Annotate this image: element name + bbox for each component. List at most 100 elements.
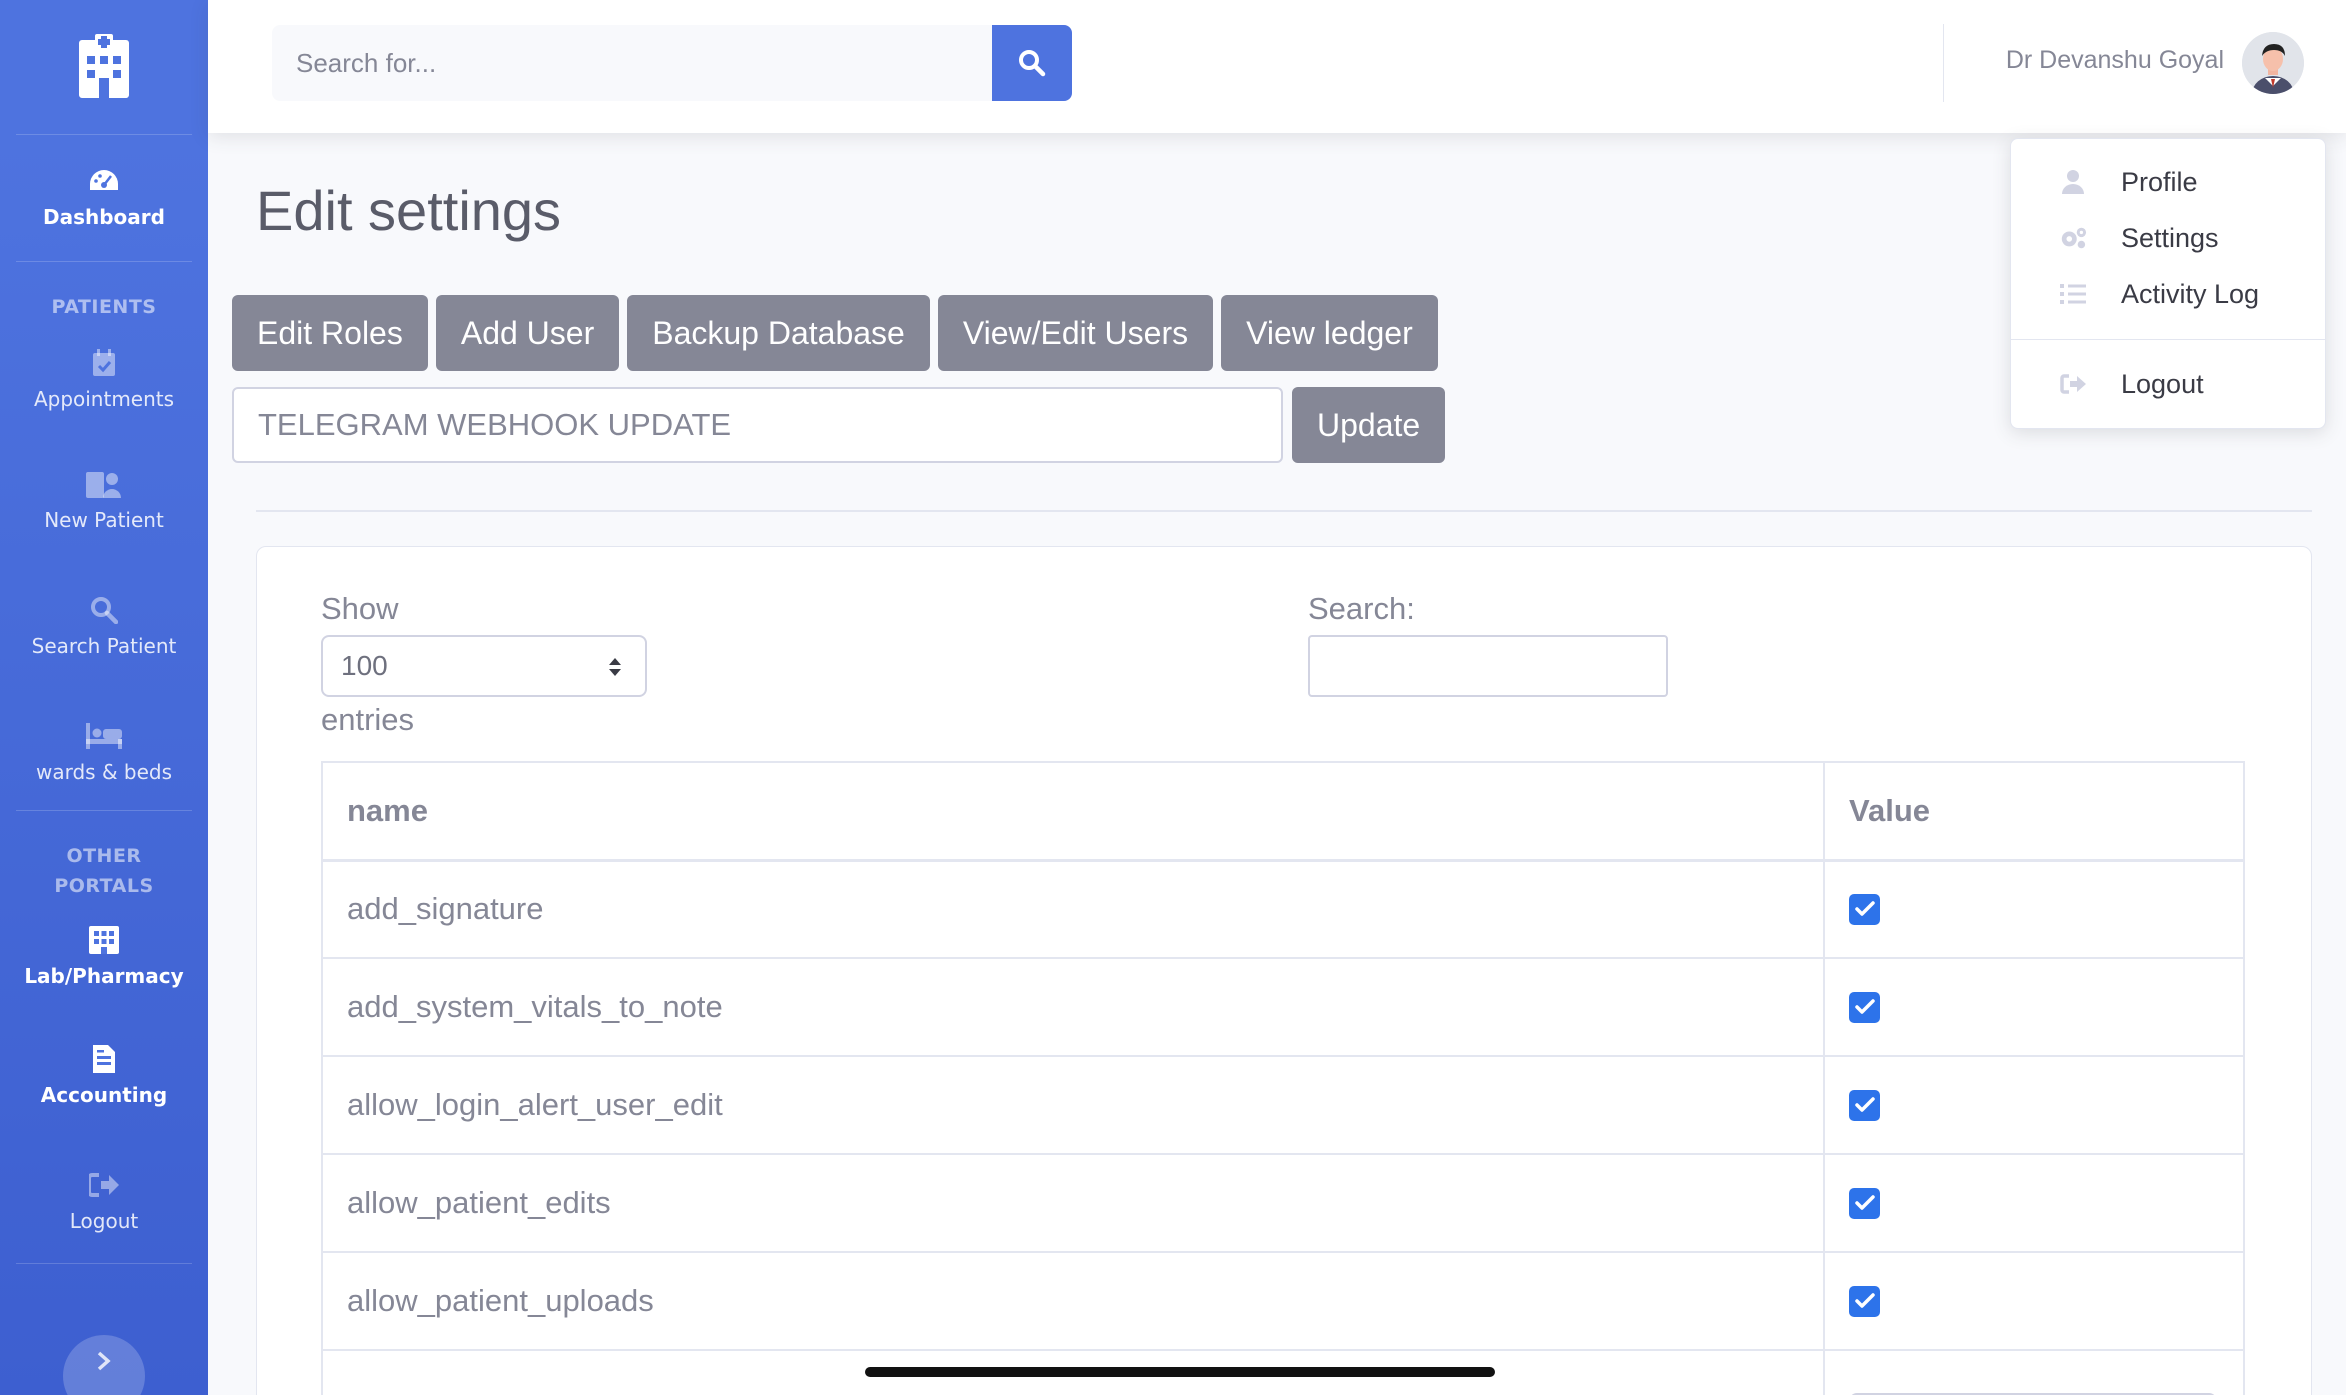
entries-per-page-select[interactable]: 100 (321, 635, 647, 697)
building-icon (89, 926, 119, 954)
chevron-right-icon (97, 1351, 111, 1371)
check-icon (1854, 1293, 1875, 1308)
dropdown-item-label: Logout (2121, 368, 2204, 399)
sign-out-icon (2059, 374, 2087, 394)
show-label: Show (321, 591, 399, 626)
table-search-input[interactable] (1308, 635, 1668, 697)
setting-checkbox[interactable] (1849, 991, 1880, 1023)
check-icon (1854, 901, 1875, 916)
sidebar-item-new-patient[interactable]: New Patient (0, 438, 208, 564)
sidebar-item-dashboard[interactable]: Dashboard (0, 135, 208, 261)
sidebar-heading-patients: PATIENTS (51, 296, 157, 318)
table-row: allow_patient_edits (321, 1153, 2245, 1253)
table-row: add_system_vitals_to_note (321, 957, 2245, 1057)
search-icon (1019, 50, 1046, 77)
sidebar-item-logout[interactable]: Logout (0, 1139, 208, 1265)
topbar: Dr Devanshu Goyal (208, 0, 2346, 133)
search-input[interactable] (272, 25, 992, 101)
update-webhook-button[interactable]: Update (1292, 387, 1446, 463)
dropdown-item-profile[interactable]: Profile (2011, 154, 2325, 210)
settings-action-buttons: Edit Roles Add User Backup Database View… (232, 295, 1446, 371)
dropdown-item-settings[interactable]: Settings (2011, 210, 2325, 266)
sidebar-item-label: wards & beds (35, 760, 173, 784)
setting-value-cell (1823, 957, 2245, 1057)
sidebar-item-label: Appointments (33, 387, 175, 411)
topbar-divider (1943, 24, 1944, 102)
add-user-button[interactable]: Add User (435, 295, 620, 371)
setting-checkbox[interactable] (1849, 893, 1880, 925)
search-button[interactable] (992, 25, 1072, 101)
column-header-value[interactable]: Value (1823, 761, 2245, 862)
user-icon (2059, 170, 2087, 194)
sidebar-item-label: Search Patient (31, 634, 177, 658)
table-search-label: Search: (1308, 591, 1415, 626)
dropdown-item-logout[interactable]: Logout (2011, 356, 2325, 412)
user-dropdown-menu: Profile Settings Activity Log Logout (2010, 138, 2326, 429)
dropdown-divider (2011, 339, 2325, 340)
table-header-row: name Value (321, 761, 2245, 862)
dropdown-item-label: Activity Log (2121, 278, 2260, 309)
sidebar-item-search-patient[interactable]: Search Patient (0, 564, 208, 690)
hospital-icon (79, 34, 129, 98)
setting-checkbox[interactable] (1849, 1089, 1880, 1121)
sidebar-item-label: Logout (69, 1209, 139, 1233)
setting-value-cell (1823, 1349, 2245, 1395)
setting-checkbox[interactable] (1849, 1285, 1880, 1317)
topbar-search (272, 25, 1072, 101)
check-icon (1854, 1097, 1875, 1112)
setting-checkbox[interactable] (1849, 1187, 1880, 1219)
list-icon (2059, 283, 2087, 305)
sidebar-item-appointments[interactable]: Appointments (0, 322, 208, 438)
entries-select-value: 100 (341, 650, 388, 681)
view-ledger-button[interactable]: View ledger (1221, 295, 1438, 371)
setting-name: allow_login_alert_user_edit (321, 1055, 1825, 1155)
view-edit-users-button[interactable]: View/Edit Users (937, 295, 1214, 371)
brand-logo[interactable] (0, 0, 208, 134)
check-icon (1854, 1195, 1875, 1210)
column-header-name[interactable]: name (321, 761, 1825, 862)
search-icon (90, 596, 118, 624)
sidebar-divider (16, 810, 192, 811)
sidebar-toggle-button[interactable] (63, 1335, 145, 1395)
telegram-webhook-input[interactable] (232, 387, 1283, 463)
sidebar-item-label: New Patient (44, 508, 164, 532)
hospital-user-icon (86, 470, 122, 498)
sidebar-divider (16, 1263, 192, 1264)
sidebar: Dashboard PATIENTS Appointments New Pati… (0, 0, 208, 1395)
dropdown-item-activity-log[interactable]: Activity Log (2011, 266, 2325, 322)
dropdown-item-label: Profile (2121, 166, 2198, 197)
page-title: Edit settings (256, 179, 562, 242)
setting-value-cell (1823, 1251, 2245, 1351)
file-invoice-icon (93, 1045, 115, 1073)
sign-out-icon (89, 1171, 119, 1199)
setting-value-cell (1823, 1153, 2245, 1253)
table-row: allow_patient_uploads (321, 1251, 2245, 1351)
sidebar-item-accounting[interactable]: Accounting (0, 1013, 208, 1139)
entries-label: entries (321, 702, 415, 737)
sidebar-item-lab-pharmacy[interactable]: Lab/Pharmacy (0, 901, 208, 1013)
settings-table: name Value add_signature add_system_vita… (321, 761, 2245, 1395)
sidebar-item-label: Lab/Pharmacy (24, 964, 184, 988)
user-name[interactable]: Dr Devanshu Goyal (2006, 46, 2224, 75)
avatar[interactable] (2242, 32, 2304, 94)
setting-value-cell (1823, 1055, 2245, 1155)
sidebar-item-wards-beds[interactable]: wards & beds (0, 690, 208, 816)
setting-name: allow_patient_uploads (321, 1251, 1825, 1351)
check-icon (1854, 999, 1875, 1014)
tachometer-icon (88, 167, 120, 195)
sidebar-item-label: Dashboard (43, 205, 165, 229)
setting-value-cell (1823, 859, 2245, 959)
setting-name: allow_patient_edits (321, 1153, 1825, 1253)
backup-database-button[interactable]: Backup Database (627, 295, 930, 371)
sidebar-divider (16, 261, 192, 262)
cogs-icon (2059, 226, 2087, 250)
edit-roles-button[interactable]: Edit Roles (232, 295, 428, 371)
table-row: add_signature (321, 859, 2245, 959)
bed-icon (86, 722, 122, 750)
sort-arrows-icon (609, 658, 621, 676)
sidebar-item-label: Accounting (40, 1083, 168, 1107)
setting-name: add_signature (321, 859, 1825, 959)
dropdown-item-label: Settings (2121, 222, 2219, 253)
settings-table-card: Show 100 entries Search: name Value add_… (256, 546, 2312, 1395)
content-divider (256, 510, 2312, 512)
